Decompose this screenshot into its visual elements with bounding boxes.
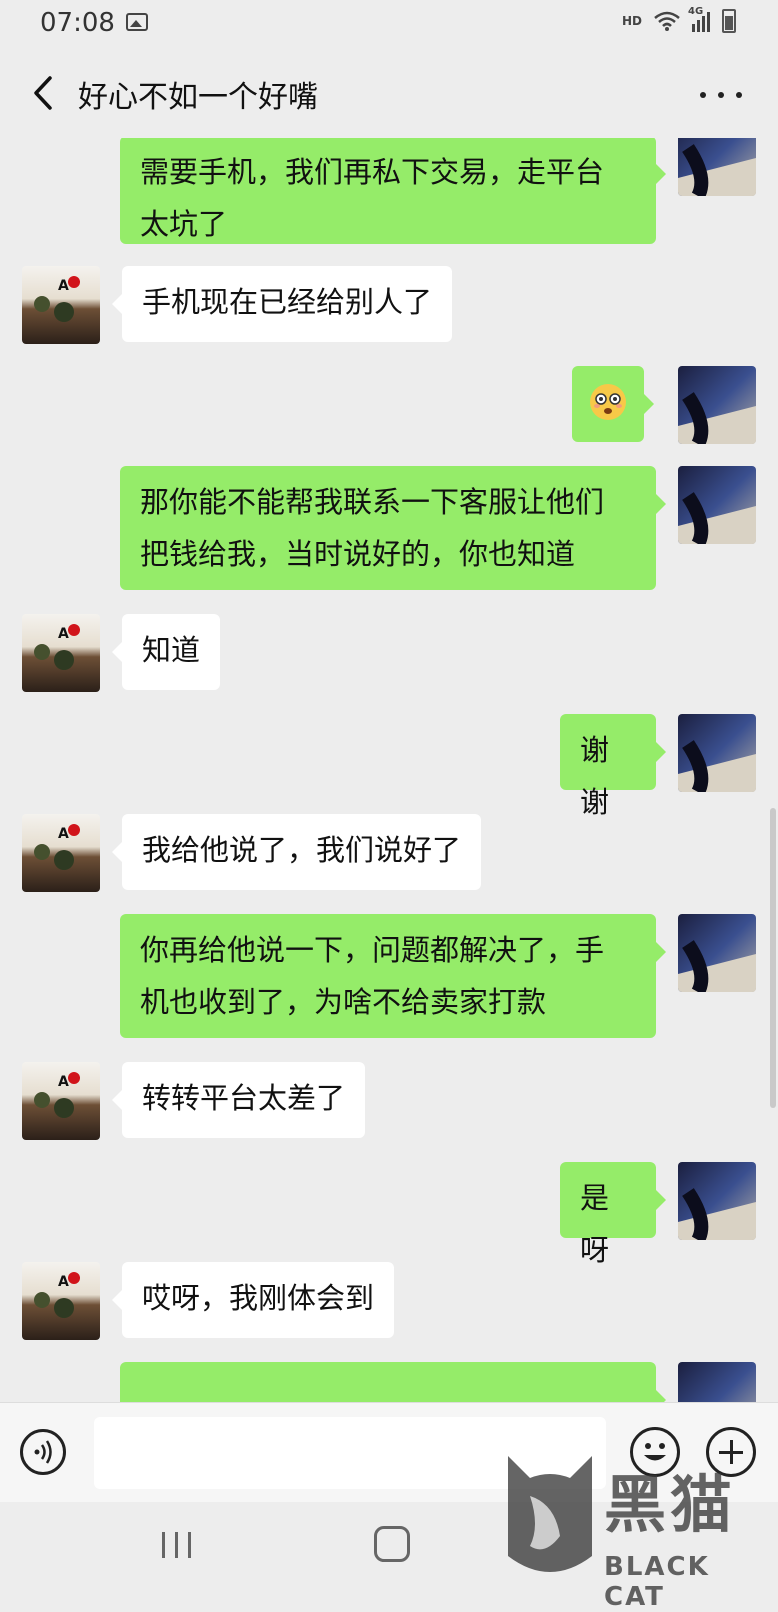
status-time: 07:08 [40, 8, 115, 38]
message-text: 手机现在已经给别人了 [142, 285, 433, 319]
chat-title: 好心不如一个好嘴 [78, 80, 318, 115]
svg-text:A: A [58, 278, 69, 294]
avatar[interactable]: A [22, 1062, 100, 1140]
gallery-icon [126, 13, 148, 31]
avatar[interactable] [678, 1362, 756, 1402]
svg-text:A: A [58, 826, 69, 842]
message-text: 需要手机，我们再私下交易，走平台 太坑了 [140, 155, 605, 241]
black-cat-watermark: 黑猫 BLACK CAT [500, 1452, 770, 1612]
avatar[interactable] [678, 1162, 756, 1240]
cat-logo-icon [508, 1456, 592, 1572]
avatar[interactable]: A [22, 814, 100, 892]
status-bar: 07:08 HD 4G [0, 0, 778, 48]
message-bubble-sent[interactable]: 你再给他说一下，问题都解决了，手 机也收到了，为啥不给卖家打款 [120, 914, 666, 1038]
battery-icon [722, 9, 736, 33]
message-bubble-received[interactable]: 知道 [111, 614, 221, 690]
avatar[interactable] [678, 138, 756, 196]
message-text: 是呀 [580, 1181, 610, 1267]
avatar[interactable] [678, 466, 756, 544]
message-bubble-sent[interactable]: 谢谢 [560, 714, 666, 819]
message-text: 哎呀，我刚体会到 [142, 1281, 375, 1315]
message-bubble-received[interactable]: 哎呀，我刚体会到 [111, 1262, 395, 1338]
message-text: 你再给他说一下，问题都解决了，手 机也收到了，为啥不给卖家打款 [140, 933, 605, 1019]
svg-text:A: A [58, 626, 69, 642]
avatar[interactable]: A [22, 266, 100, 344]
message-bubble-sent[interactable] [120, 1362, 666, 1402]
watermark-cn: 黑猫 [604, 1468, 737, 1541]
svg-text:A: A [58, 1074, 69, 1090]
shocked-face-emoji [590, 384, 626, 420]
avatar[interactable] [678, 366, 756, 444]
avatar[interactable] [678, 714, 756, 792]
message-text: 那你能不能帮我联系一下客服让他们 把钱给我，当时说好的，你也知道 [140, 485, 605, 571]
message-list[interactable]: 需要手机，我们再私下交易，走平台 太坑了 A 手机现在已经给别人了 那你能不能帮… [0, 138, 778, 1402]
svg-text:A: A [58, 1274, 69, 1290]
avatar[interactable]: A [22, 1262, 100, 1340]
message-bubble-sent[interactable]: 是呀 [560, 1162, 666, 1267]
message-bubble-received[interactable]: 我给他说了，我们说好了 [111, 814, 482, 890]
wifi-icon [654, 11, 680, 31]
chat-header: 好心不如一个好嘴 [0, 48, 778, 138]
signal-icon [692, 12, 710, 32]
home-icon[interactable] [374, 1526, 410, 1562]
scrollbar[interactable] [770, 808, 776, 1108]
message-text: 谢谢 [580, 733, 610, 819]
message-bubble-received[interactable]: 转转平台太差了 [111, 1062, 366, 1138]
more-icon[interactable] [696, 74, 748, 114]
avatar[interactable] [678, 914, 756, 992]
message-bubble-sent[interactable] [572, 366, 654, 442]
message-text: 转转平台太差了 [142, 1081, 346, 1115]
message-bubble-sent[interactable]: 需要手机，我们再私下交易，走平台 太坑了 [120, 138, 666, 244]
message-text: 知道 [142, 633, 201, 667]
message-text: 我给他说了，我们说好了 [142, 833, 462, 867]
chevron-left-icon[interactable] [26, 70, 66, 116]
message-bubble-received[interactable]: 手机现在已经给别人了 [111, 266, 453, 342]
watermark-en: BLACK CAT [604, 1552, 710, 1612]
voice-icon[interactable] [20, 1429, 66, 1475]
hd-label: HD [622, 14, 643, 28]
avatar[interactable]: A [22, 614, 100, 692]
recent-apps-icon[interactable] [160, 1528, 194, 1562]
message-bubble-sent[interactable]: 那你能不能帮我联系一下客服让他们 把钱给我，当时说好的，你也知道 [120, 466, 666, 590]
